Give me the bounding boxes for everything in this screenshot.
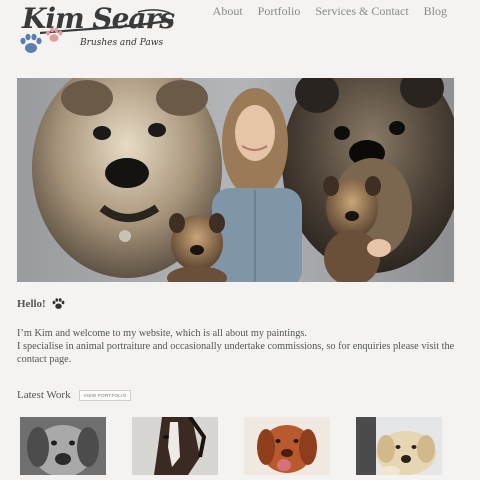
- hero-image: [17, 78, 454, 282]
- greeting-text: Hello!: [17, 298, 46, 310]
- thumbnail-horse[interactable]: [132, 417, 218, 475]
- horse-portrait-icon: [132, 417, 218, 475]
- thumbnail-dog-2[interactable]: [244, 417, 330, 475]
- thumbnail-dog-1[interactable]: [20, 417, 106, 475]
- view-portfolio-button[interactable]: VIEW PORTFOLIO: [78, 389, 132, 401]
- latest-work-title: Latest Work: [17, 389, 71, 401]
- paw-print-icon: [20, 33, 42, 53]
- nav-portfolio[interactable]: Portfolio: [258, 4, 301, 19]
- nav-blog[interactable]: Blog: [424, 4, 447, 19]
- main-nav: About Portfolio Services & Contact Blog: [198, 4, 447, 19]
- nav-about[interactable]: About: [213, 4, 243, 19]
- thumbnail-dog-3[interactable]: [356, 417, 442, 475]
- paw-print-icon: [46, 27, 63, 42]
- intro-text: I’m Kim and welcome to my website, which…: [17, 327, 457, 366]
- nav-services-contact[interactable]: Services & Contact: [315, 4, 408, 19]
- dog-portrait-icon: [20, 417, 106, 475]
- logo-tagline: Brushes and Paws: [80, 38, 164, 48]
- hero-painting: [17, 78, 454, 282]
- intro-line-1: I’m Kim and welcome to my website, which…: [17, 328, 307, 339]
- paw-print-icon: [52, 298, 65, 309]
- latest-work-header: Latest Work VIEW PORTFOLIO: [17, 389, 132, 401]
- site-logo[interactable]: Kim Sears Brushes and Paws: [18, 2, 178, 58]
- greeting: Hello!: [17, 298, 65, 310]
- dog-portrait-icon: [356, 417, 442, 475]
- intro-line-2: I specialise in animal portraiture and o…: [17, 341, 455, 365]
- dog-portrait-icon: [244, 417, 330, 475]
